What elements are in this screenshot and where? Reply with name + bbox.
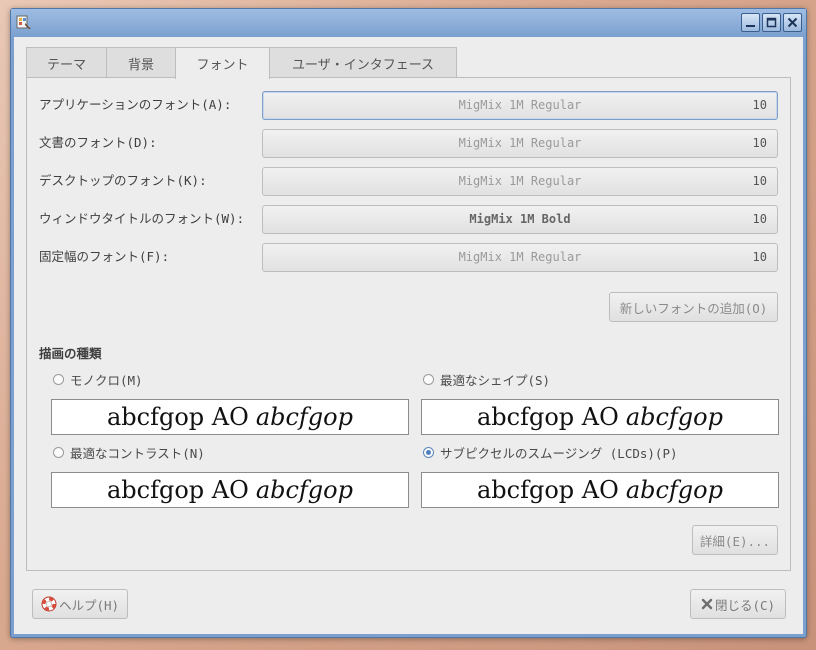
window-title-font-label: ウィンドウタイトルのフォント(W): — [39, 211, 245, 226]
close-x-icon — [701, 598, 713, 610]
appearance-preferences-window: テーマ 背景 フォント ユーザ・インタフェース アプリケーションのフォント(A)… — [10, 8, 807, 638]
preview-italic-text: abcfgop — [255, 476, 353, 504]
details-button[interactable]: 詳細(E)... — [692, 525, 778, 555]
font-name: MigMix 1M Regular — [458, 98, 582, 112]
font-size: 10 — [752, 250, 767, 264]
preview-regular-text: abcfgop AO — [107, 476, 249, 504]
tab-theme[interactable]: テーマ — [26, 47, 107, 78]
radio-indicator-checked — [423, 446, 434, 458]
preview-italic-text: abcfgop — [255, 403, 353, 431]
font-size: 10 — [752, 136, 767, 150]
fixed-width-font-button[interactable]: MigMix 1M Regular 10 — [262, 243, 778, 272]
preview-italic-text: abcfgop — [625, 476, 723, 504]
font-size: 10 — [752, 174, 767, 188]
font-name: MigMix 1M Bold — [469, 212, 571, 226]
radio-indicator — [53, 446, 64, 458]
desktop-font-label: デスクトップのフォント(K): — [39, 173, 207, 188]
close-window-button[interactable] — [783, 13, 802, 32]
radio-label: サブピクセルのスムージング (LCDs)(P) — [440, 445, 678, 461]
tab-user-interface[interactable]: ユーザ・インタフェース — [269, 47, 457, 78]
add-font-button[interactable]: 新しいフォントの追加(O) — [609, 292, 778, 322]
font-name: MigMix 1M Regular — [458, 136, 582, 150]
help-button[interactable]: ヘルプ(H) — [32, 589, 128, 619]
minimize-button[interactable] — [741, 13, 760, 32]
radio-indicator — [423, 373, 434, 385]
maximize-button[interactable] — [762, 13, 781, 32]
close-button-label: 閉じる(C) — [714, 597, 776, 613]
radio-label: モノクロ(M) — [70, 372, 143, 388]
titlebar[interactable] — [11, 9, 806, 37]
tab-label: テーマ — [46, 57, 86, 73]
monochrome-preview[interactable]: abcfgop AO abcfgop — [51, 399, 409, 435]
document-font-button[interactable]: MigMix 1M Regular 10 — [262, 129, 778, 158]
best-shapes-preview[interactable]: abcfgop AO abcfgop — [421, 399, 779, 435]
desktop-font-button[interactable]: MigMix 1M Regular 10 — [262, 167, 778, 196]
font-size: 10 — [752, 98, 767, 112]
fonts-tab-page: アプリケーションのフォント(A): MigMix 1M Regular 10 文… — [26, 77, 791, 571]
subpixel-smoothing-preview[interactable]: abcfgop AO abcfgop — [421, 472, 779, 508]
best-contrast-preview[interactable]: abcfgop AO abcfgop — [51, 472, 409, 508]
tab-label: フォント — [196, 58, 249, 73]
details-button-label: 詳細(E)... — [699, 533, 771, 549]
maximize-icon — [766, 17, 777, 28]
rendering-section-title: 描画の種類 — [39, 346, 102, 361]
radio-label: 最適なコントラスト(N) — [70, 445, 205, 461]
font-size: 10 — [752, 212, 767, 226]
font-name: MigMix 1M Regular — [458, 174, 582, 188]
tab-label: 背景 — [127, 57, 154, 73]
application-font-button[interactable]: MigMix 1M Regular 10 — [262, 91, 778, 120]
radio-monochrome[interactable]: モノクロ(M) — [53, 371, 143, 388]
radio-best-contrast[interactable]: 最適なコントラスト(N) — [53, 444, 205, 461]
help-icon — [41, 596, 57, 612]
appearance-icon[interactable] — [16, 14, 32, 30]
preview-regular-text: abcfgop AO — [477, 476, 619, 504]
tab-bar: テーマ 背景 フォント ユーザ・インタフェース — [26, 47, 457, 79]
close-icon — [787, 17, 798, 28]
help-button-label: ヘルプ(H) — [58, 597, 120, 613]
preview-regular-text: abcfgop AO — [477, 403, 619, 431]
minimize-icon — [746, 25, 755, 27]
radio-subpixel-smoothing[interactable]: サブピクセルのスムージング (LCDs)(P) — [423, 444, 678, 461]
preview-italic-text: abcfgop — [625, 403, 723, 431]
tab-fonts[interactable]: フォント — [175, 47, 270, 79]
tab-label: ユーザ・インタフェース — [291, 57, 435, 73]
close-button[interactable]: 閉じる(C) — [690, 589, 786, 619]
tab-background[interactable]: 背景 — [106, 47, 176, 78]
document-font-label: 文書のフォント(D): — [39, 135, 157, 150]
fixed-width-font-label: 固定幅のフォント(F): — [39, 249, 170, 264]
window-title-font-button[interactable]: MigMix 1M Bold 10 — [262, 205, 778, 234]
application-font-label: アプリケーションのフォント(A): — [39, 97, 232, 112]
font-name: MigMix 1M Regular — [458, 250, 582, 264]
tab-notebook: テーマ 背景 フォント ユーザ・インタフェース アプリケーションのフォント(A)… — [26, 47, 791, 571]
preview-regular-text: abcfgop AO — [107, 403, 249, 431]
add-font-button-label: 新しいフォントの追加(O) — [619, 300, 768, 316]
radio-best-shapes[interactable]: 最適なシェイプ(S) — [423, 371, 551, 388]
radio-indicator — [53, 373, 64, 385]
dialog-content: テーマ 背景 フォント ユーザ・インタフェース アプリケーションのフォント(A)… — [14, 37, 803, 634]
radio-label: 最適なシェイプ(S) — [440, 372, 551, 388]
